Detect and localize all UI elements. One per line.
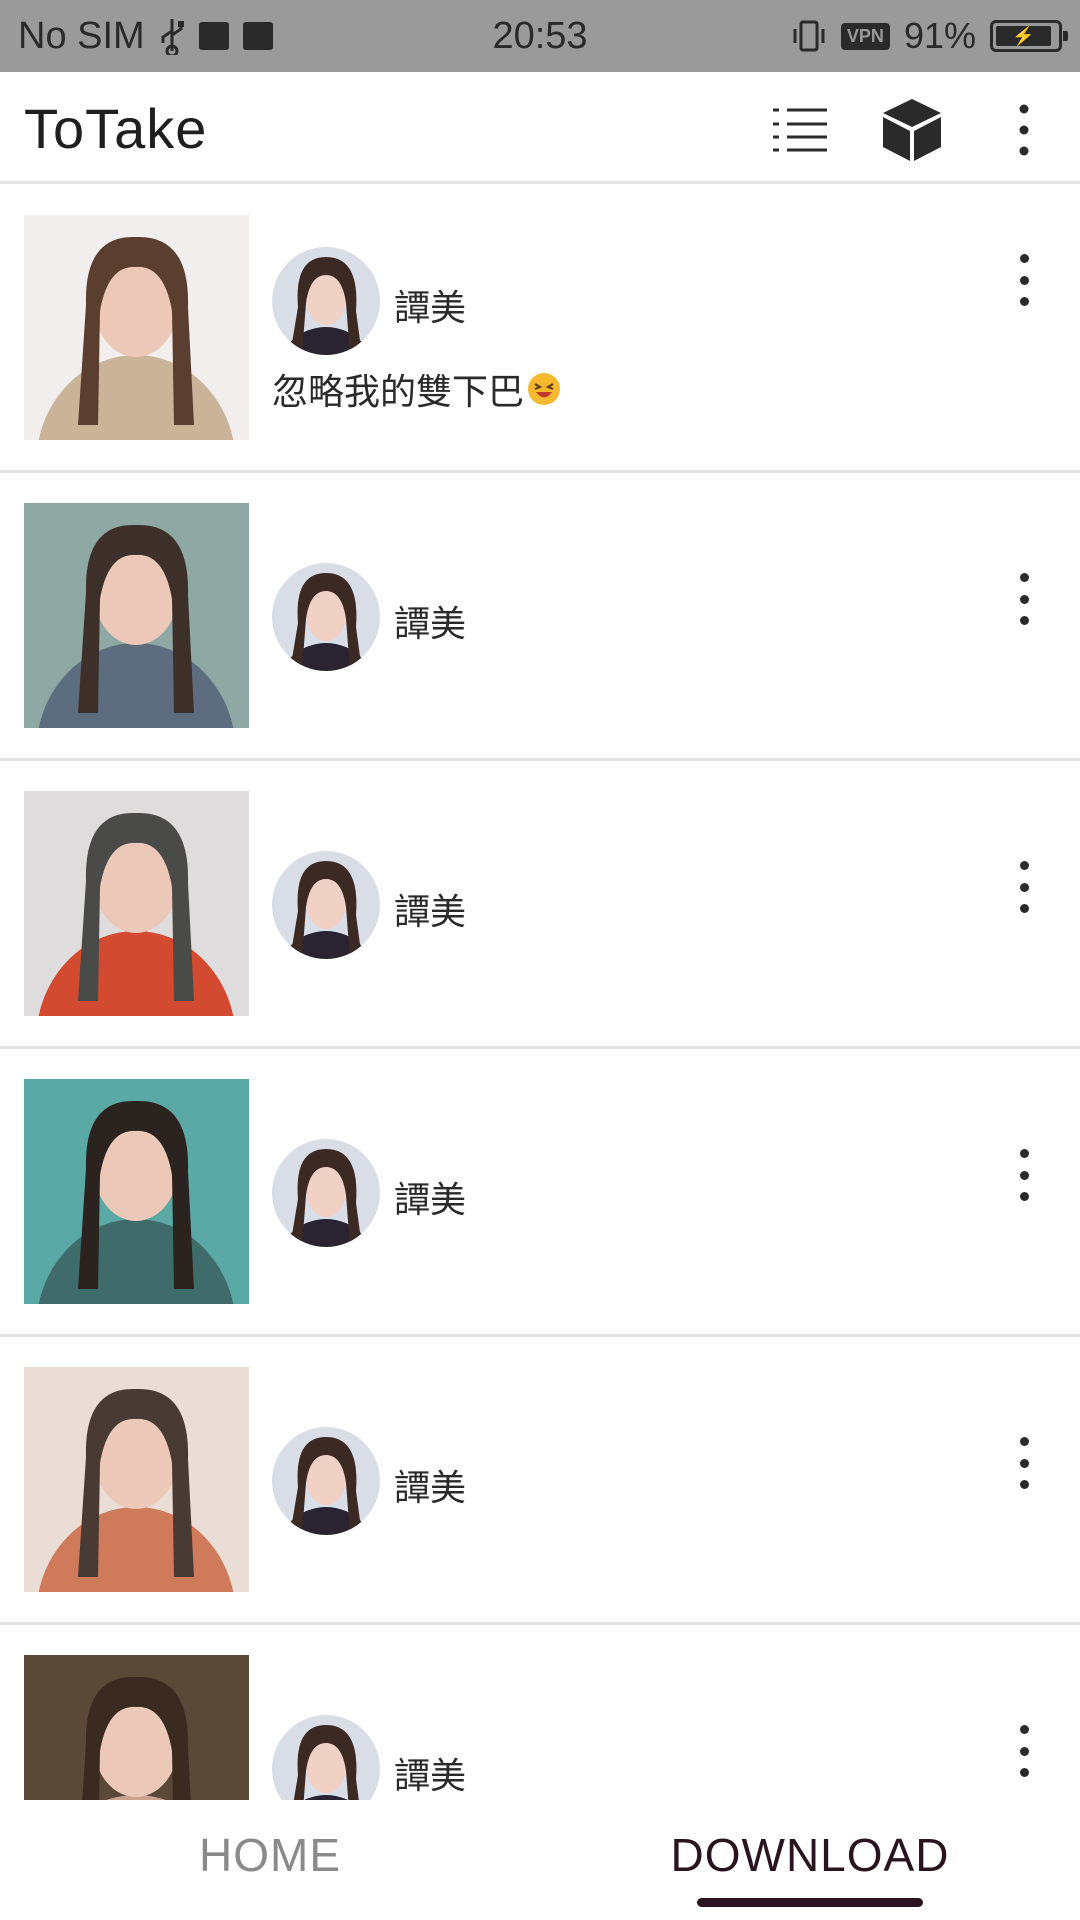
avatar-image (272, 1139, 380, 1247)
more-vert-icon (1019, 1149, 1029, 1158)
avatar-image (272, 563, 380, 671)
battery-level: ⚡ (996, 26, 1051, 46)
avatar[interactable] (272, 1427, 380, 1535)
post-caption: 忽略我的雙下巴 (272, 363, 562, 415)
item-more-button[interactable] (1002, 1721, 1046, 1781)
media-feed[interactable]: 譚美 忽略我的雙下巴 譚美 譚美 譚美 譚美 譚美 (0, 185, 1080, 1800)
photo-image (24, 1655, 249, 1800)
vibrate-icon (791, 19, 827, 53)
list-view-icon (773, 108, 827, 152)
avatar[interactable] (272, 1139, 380, 1247)
photo-image (24, 215, 249, 440)
more-vert-icon (1019, 254, 1029, 263)
photo-image (24, 1367, 249, 1592)
more-vert-icon (1019, 1725, 1029, 1734)
item-more-button[interactable] (1002, 569, 1046, 629)
photo-image (24, 503, 249, 728)
tab-download[interactable]: DOWNLOAD (540, 1800, 1080, 1910)
status-bar: No SIM 20:53 VPN 91% ⚡ (0, 0, 1080, 72)
status-right: VPN 91% ⚡ (791, 0, 1068, 72)
avatar-image (272, 1715, 380, 1800)
vpn-icon: VPN (840, 22, 890, 50)
avatar[interactable] (272, 851, 380, 959)
avatar-image (272, 1427, 380, 1535)
app-title: ToTake (24, 97, 208, 160)
avatar-image (272, 247, 380, 355)
cube-button[interactable] (876, 94, 948, 166)
username[interactable]: 譚美 (394, 279, 466, 331)
post-thumbnail[interactable] (24, 1655, 249, 1800)
post-thumbnail[interactable] (24, 503, 249, 728)
active-tab-indicator (697, 1898, 923, 1907)
feed-item[interactable]: 譚美 (0, 1625, 1080, 1800)
item-more-button[interactable] (1002, 1145, 1046, 1205)
more-vert-icon (1019, 104, 1029, 156)
avatar[interactable] (272, 563, 380, 671)
bottom-tab-bar: HOME DOWNLOAD (0, 1800, 1080, 1920)
photo-image (24, 791, 249, 1016)
post-thumbnail[interactable] (24, 1079, 249, 1304)
item-more-button[interactable] (1002, 1433, 1046, 1493)
feed-item[interactable]: 譚美 忽略我的雙下巴 (0, 185, 1080, 473)
app-bar: ToTake (0, 72, 1080, 184)
item-more-button[interactable] (1002, 250, 1046, 310)
feed-item[interactable]: 譚美 (0, 1337, 1080, 1625)
item-more-button[interactable] (1002, 857, 1046, 917)
post-thumbnail[interactable] (24, 1367, 249, 1592)
avatar[interactable] (272, 1715, 380, 1800)
list-view-button[interactable] (764, 94, 836, 166)
tab-home[interactable]: HOME (0, 1800, 540, 1910)
username[interactable]: 譚美 (394, 883, 466, 935)
overflow-menu-button[interactable] (988, 94, 1060, 166)
feed-item[interactable]: 譚美 (0, 473, 1080, 761)
caption-text: 忽略我的雙下巴 (272, 371, 525, 412)
more-vert-icon (1019, 1437, 1029, 1446)
username[interactable]: 譚美 (394, 1747, 466, 1799)
avatar[interactable] (272, 247, 380, 355)
feed-item[interactable]: 譚美 (0, 1049, 1080, 1337)
username[interactable]: 譚美 (394, 1459, 466, 1511)
cube-icon (883, 99, 941, 161)
battery-percent: 91% (903, 15, 976, 56)
post-thumbnail[interactable] (24, 215, 249, 440)
username[interactable]: 譚美 (394, 1171, 466, 1223)
laughing-emoji-icon (528, 373, 561, 405)
more-vert-icon (1019, 861, 1029, 870)
battery-charging-icon: ⚡ (990, 20, 1068, 52)
feed-item[interactable]: 譚美 (0, 761, 1080, 1049)
post-thumbnail[interactable] (24, 791, 249, 1016)
photo-image (24, 1079, 249, 1304)
more-vert-icon (1019, 573, 1029, 582)
username[interactable]: 譚美 (394, 595, 466, 647)
avatar-image (272, 851, 380, 959)
